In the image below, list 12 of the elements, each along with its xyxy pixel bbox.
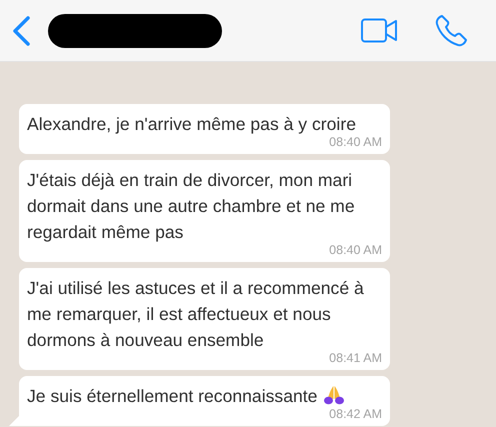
message-text: J'étais déjà en train de divorcer, mon mari dormait dans une autre chambre et ne me regardait même pas [27,170,355,242]
message-text: Je suis éternellement reconnaissante [27,386,318,406]
video-call-icon[interactable] [361,18,398,43]
message-time: 08:40 AM [329,242,382,258]
message-text: J'ai utilisé les astuces et il a recommencé à me remarquer, il est affectueux et nous dormons à nouveau ensemble [27,278,364,350]
message-time: 08:40 AM [329,134,382,150]
message-time: 08:42 AM [329,406,382,422]
praying-hands-icon [323,385,346,405]
back-icon[interactable] [11,16,31,46]
phone-icon[interactable] [434,14,468,48]
message-time: 08:41 AM [329,350,382,366]
message-text: Alexandre, je n'arrive même pas à y croire [27,114,356,134]
